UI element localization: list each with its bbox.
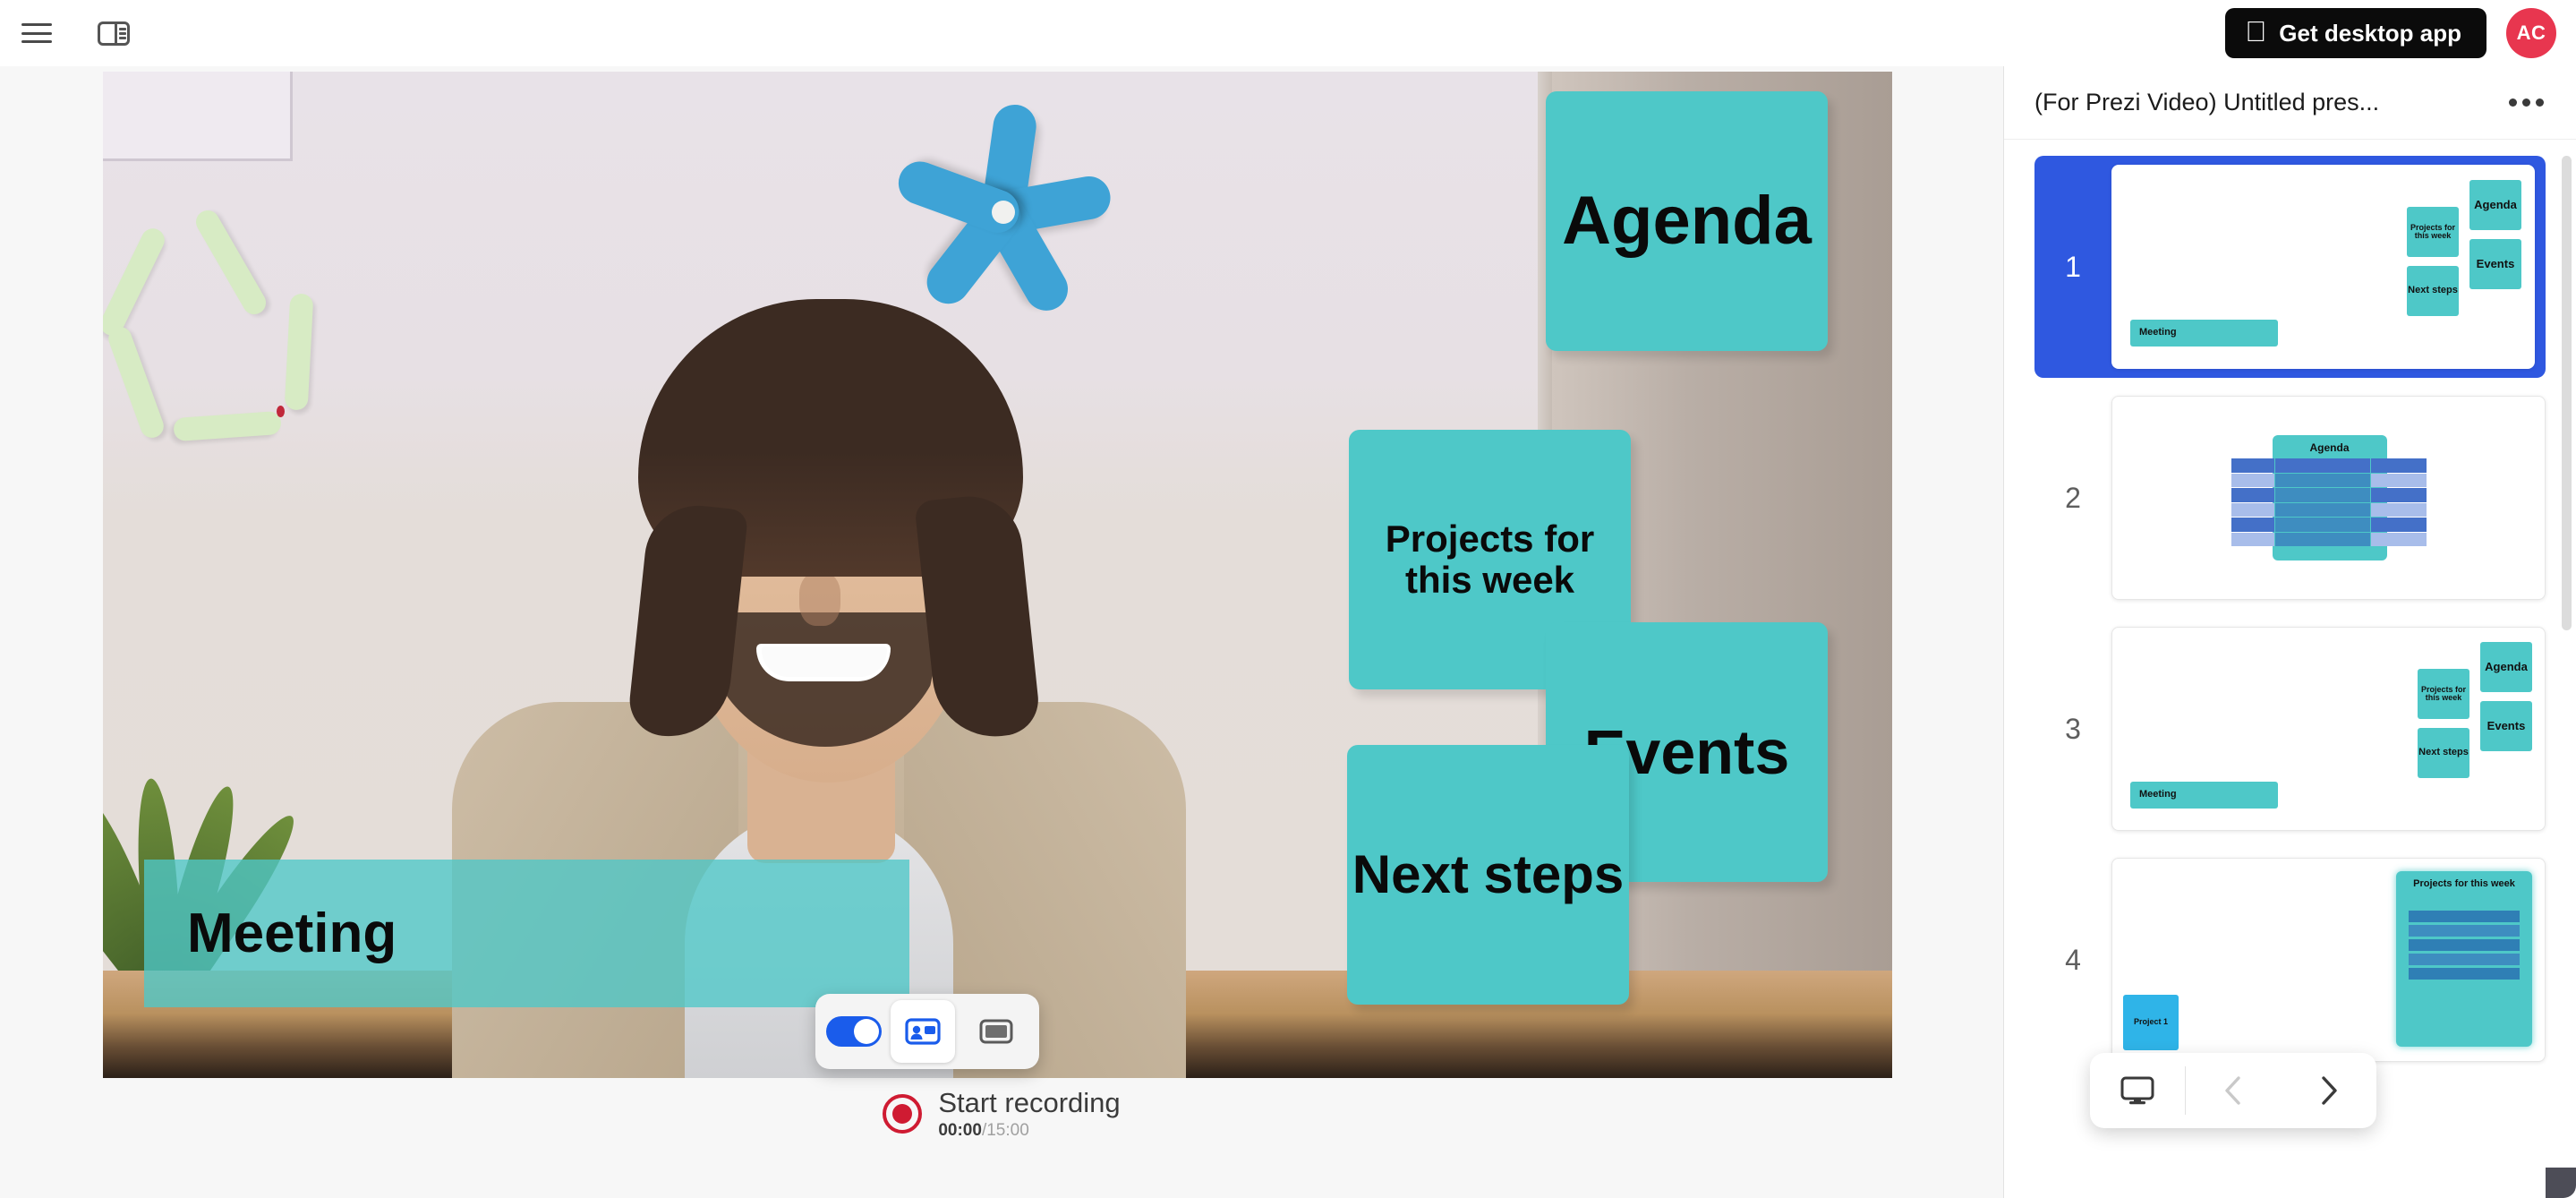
thumb1-card-next: Next steps [2407, 266, 2459, 316]
slide-card-next-steps[interactable]: Next steps [1347, 745, 1629, 1005]
hamburger-menu-button[interactable] [16, 13, 57, 54]
slide-card-next-steps-label: Next steps [1352, 844, 1625, 904]
layout-camera-and-screen-button[interactable] [891, 1000, 955, 1063]
slide-number-3: 3 [2065, 712, 2081, 745]
slide-canvas-2: Agenda [2111, 396, 2546, 600]
meeting-banner-label: Meeting [187, 903, 397, 964]
get-desktop-app-label: Get desktop app [2279, 19, 2461, 47]
layout-screen-only-button[interactable] [964, 1000, 1028, 1063]
video-stage: Agenda Projects for this week Events Nex… [0, 66, 2003, 1198]
monitor-icon [2120, 1076, 2154, 1105]
recording-timer: 00:00/15:00 [938, 1121, 1120, 1141]
start-recording-button[interactable] [883, 1093, 923, 1134]
meeting-banner[interactable]: Meeting [144, 860, 909, 1007]
camera-toggle[interactable] [826, 1016, 882, 1047]
thumb4-rows [2409, 911, 2520, 980]
thumb3-card-projects: Projects for this week [2418, 669, 2469, 719]
thumb4-projects-card: Projects for this week [2396, 871, 2532, 1047]
present-button[interactable] [2090, 1053, 2185, 1128]
slide-canvas-4: Projects for this week Project 1 [2111, 858, 2546, 1062]
thumb1-banner-meeting: Meeting [2130, 320, 2278, 347]
recording-elapsed: 00:00 [938, 1120, 982, 1140]
more-options-icon [2509, 98, 2517, 107]
sidebar-scrollbar[interactable] [2562, 156, 2572, 630]
presentation-title: (For Prezi Video) Untitled pres... [2034, 89, 2380, 116]
avatar[interactable]: AC [2506, 8, 2556, 58]
side-panel-toggle-icon [98, 21, 130, 46]
slide-number-4: 4 [2065, 943, 2081, 976]
slide-thumbnail-2[interactable]: 2 Agenda [2034, 387, 2546, 609]
thumb1-card-projects: Projects for this week [2407, 207, 2459, 257]
sidebar-header: (For Prezi Video) Untitled pres... [2004, 66, 2576, 140]
slide-card-projects-label: Projects for this week [1385, 517, 1595, 601]
slides-sidebar: (For Prezi Video) Untitled pres... 1 Age… [2003, 66, 2576, 1198]
slide-canvas-3: Agenda Projects for this week Events Nex… [2111, 627, 2546, 831]
thumb4-title: Projects for this week [2413, 878, 2515, 889]
previous-slide-button[interactable] [2186, 1053, 2281, 1128]
top-bar:  Get desktop app AC [0, 0, 2576, 66]
next-slide-button[interactable] [2282, 1053, 2376, 1128]
slide-card-agenda-label: Agenda [1562, 183, 1812, 260]
slides-list: 1 Agenda Projects for this week Events N… [2004, 140, 2576, 1198]
more-options-button[interactable] [2500, 90, 2553, 116]
chevron-left-icon [2225, 1076, 2241, 1105]
avatar-initials: AC [2516, 21, 2546, 44]
camera-toggle-knob [854, 1019, 879, 1044]
green-circle-decor [103, 197, 330, 442]
whiteboard [103, 72, 293, 161]
video-preview[interactable]: Agenda Projects for this week Events Nex… [103, 72, 1892, 1078]
bottom-right-corner [2546, 1168, 2576, 1198]
thumb2-table-grid [2231, 458, 2427, 546]
slide-thumbnail-1[interactable]: 1 Agenda Projects for this week Events N… [2034, 156, 2546, 378]
slide-thumbnail-3[interactable]: 3 Agenda Projects for this week Events N… [2034, 618, 2546, 840]
thumb1-card-agenda: Agenda [2469, 180, 2521, 230]
recording-total: 15:00 [986, 1120, 1029, 1140]
screen-icon [979, 1019, 1013, 1044]
thumb4-small-card: Project 1 [2123, 995, 2179, 1050]
slide-thumbnail-4[interactable]: 4 Projects for this week Project 1 [2034, 849, 2546, 1071]
person-on-screen-icon [905, 1018, 941, 1045]
chevron-right-icon [2322, 1076, 2337, 1105]
hamburger-icon [21, 23, 52, 43]
thumb3-card-agenda: Agenda [2480, 642, 2532, 692]
get-desktop-app-button[interactable]:  Get desktop app [2225, 8, 2486, 58]
slide-number-1: 1 [2065, 250, 2081, 283]
slide-canvas-1: Agenda Projects for this week Events Nex… [2111, 165, 2535, 369]
thumb3-card-events: Events [2480, 701, 2532, 751]
slide-card-agenda[interactable]: Agenda [1546, 91, 1828, 351]
thumb1-card-events: Events [2469, 239, 2521, 289]
camera-layout-toolbar [815, 994, 1039, 1069]
side-panel-toggle-button[interactable] [93, 13, 134, 54]
slide-number-2: 2 [2065, 481, 2081, 514]
start-recording-label: Start recording [938, 1087, 1121, 1118]
thumb3-banner-meeting: Meeting [2130, 782, 2278, 809]
apple-logo-icon:  [2245, 17, 2266, 46]
slide-navigation-toolbar [2090, 1053, 2376, 1128]
recording-controls: Start recording 00:00/15:00 [0, 1087, 2003, 1140]
thumb3-card-next: Next steps [2418, 728, 2469, 778]
thumb2-agenda-table: Agenda [2231, 435, 2427, 560]
